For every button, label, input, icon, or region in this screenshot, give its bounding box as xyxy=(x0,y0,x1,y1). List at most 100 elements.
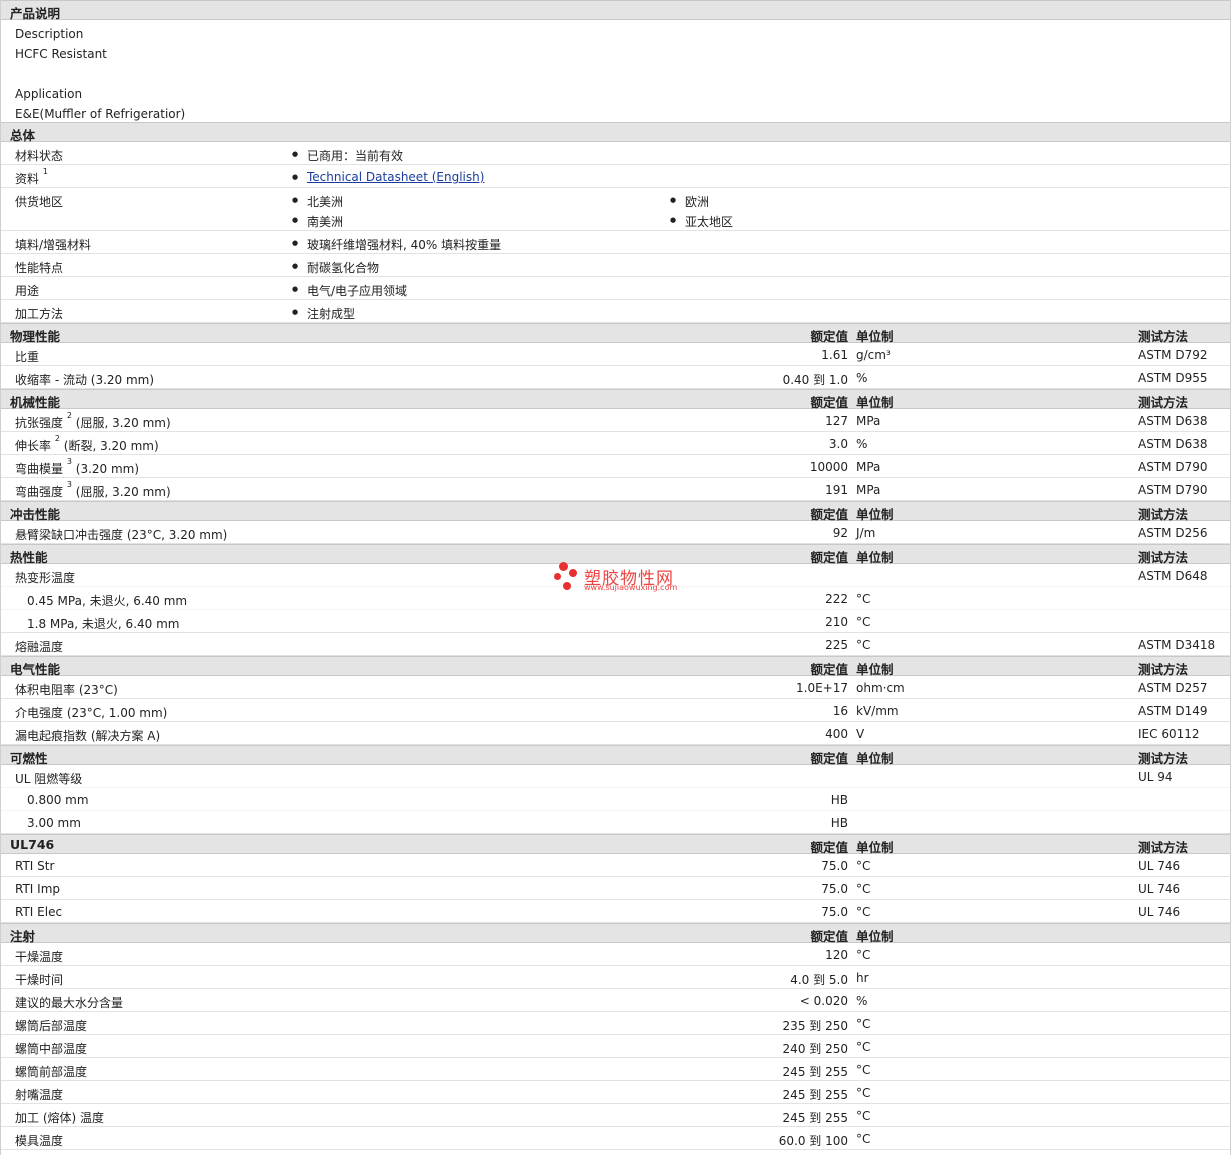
property-unit: °C xyxy=(856,859,871,873)
property-row: 抗张强度 2 (屈服, 3.20 mm) 127 MPa ASTM D638 xyxy=(1,409,1230,432)
property-method: ASTM D257 xyxy=(1138,681,1208,695)
property-row: 螺筒后部温度 235 到 250 °C xyxy=(1,1012,1230,1035)
property-value: 225 xyxy=(825,638,848,652)
property-method: UL 94 xyxy=(1138,770,1173,784)
region-item: 欧洲 xyxy=(670,193,709,210)
property-value: 245 到 255 xyxy=(782,1088,848,1102)
property-label: 抗张强度 2 (屈服, 3.20 mm) xyxy=(15,411,171,430)
property-value: 210 xyxy=(825,615,848,629)
filler-value: 玻璃纤维增强材料, 40% 填料按重量 xyxy=(292,236,501,253)
property-unit: °C xyxy=(856,638,871,652)
property-method: ASTM D648 xyxy=(1138,569,1208,583)
property-label: 0.45 MPa, 未退火, 6.40 mm xyxy=(27,594,188,608)
property-unit: % xyxy=(856,994,868,1008)
property-label: 加工 (熔体) 温度 xyxy=(15,1111,104,1125)
section-title: UL746 xyxy=(10,837,55,852)
material-status-value: 已商用：当前有效 xyxy=(292,147,403,164)
property-unit: °C xyxy=(856,1109,871,1123)
property-row: 模具温度 60.0 到 100 °C xyxy=(1,1127,1230,1150)
property-unit: °C xyxy=(856,882,871,896)
section-injection: 注射 额定值 单位制 xyxy=(1,923,1230,944)
property-value: 92 xyxy=(832,526,848,540)
property-label: 介电强度 (23°C, 1.00 mm) xyxy=(15,706,168,720)
property-label: UL 阻燃等级 xyxy=(15,772,83,786)
property-label: 1.8 MPa, 未退火, 6.40 mm xyxy=(27,617,180,631)
property-label: 螺筒中部温度 xyxy=(15,1042,88,1056)
watermark-url: www.sujiaowuxing.com xyxy=(584,583,678,592)
technical-datasheet-link[interactable]: Technical Datasheet (English) xyxy=(307,170,484,184)
section-flammability: 可燃性 额定值 单位制 测试方法 xyxy=(1,745,1230,766)
property-subrow: 1.8 MPa, 未退火, 6.40 mm 210 °C xyxy=(1,610,1230,633)
section-physical: 物理性能 额定值 单位制 测试方法 xyxy=(1,323,1230,344)
property-label: 弯曲模量 3 (3.20 mm) xyxy=(15,457,140,476)
property-row: 螺筒中部温度 240 到 250 °C xyxy=(1,1035,1230,1058)
property-row: RTI Elec 75.0 °C UL 746 xyxy=(1,900,1230,923)
property-row: 螺筒前部温度 245 到 255 °C xyxy=(1,1058,1230,1081)
property-row: RTI Imp 75.0 °C UL 746 xyxy=(1,877,1230,900)
documents-label: 资料 1 xyxy=(15,167,48,186)
property-row: 介电强度 (23°C, 1.00 mm) 16 kV/mm ASTM D149 xyxy=(1,699,1230,722)
property-value: 1.61 xyxy=(821,348,848,362)
property-value: 4.0 到 5.0 xyxy=(790,973,848,987)
logo-dot-icon xyxy=(554,573,561,580)
property-unit: % xyxy=(856,371,868,385)
property-unit: MPa xyxy=(856,460,881,474)
property-label: 干燥温度 xyxy=(15,950,64,964)
property-method: ASTM D638 xyxy=(1138,414,1208,428)
property-row: 射嘴温度 245 到 255 °C xyxy=(1,1081,1230,1104)
description-text: HCFC Resistant xyxy=(15,47,107,61)
material-status-row: 材料状态 已商用：当前有效 xyxy=(1,142,1230,165)
property-label: 熔融温度 xyxy=(15,640,64,654)
documents-row: 资料 1 Technical Datasheet (English) xyxy=(1,165,1230,188)
watermark-logo: 塑胶物性网 www.sujiaowuxing.com xyxy=(553,560,693,594)
section-impact: 冲击性能 额定值 单位制 测试方法 xyxy=(1,501,1230,522)
property-unit: °C xyxy=(856,592,871,606)
property-method: ASTM D955 xyxy=(1138,371,1208,385)
property-unit: V xyxy=(856,727,865,741)
property-row: 建议的最大水分含量 < 0.020 % xyxy=(1,989,1230,1012)
property-method: ASTM D790 xyxy=(1138,460,1208,474)
property-unit: g/cm³ xyxy=(856,348,891,362)
property-unit: °C xyxy=(856,905,871,919)
property-label: 螺筒后部温度 xyxy=(15,1019,88,1033)
property-subrow: 3.00 mm HB xyxy=(1,811,1230,834)
property-subrow: 0.800 mm HB xyxy=(1,788,1230,811)
processing-label: 加工方法 xyxy=(15,307,64,321)
property-label: 螺筒前部温度 xyxy=(15,1065,88,1079)
region-item: 北美洲 xyxy=(292,193,343,210)
property-label: 悬臂梁缺口冲击强度 (23°C, 3.20 mm) xyxy=(15,528,228,542)
property-row: 加工 (熔体) 温度 245 到 255 °C xyxy=(1,1104,1230,1127)
property-value: HB xyxy=(830,793,848,807)
property-unit: °C xyxy=(856,1063,871,1077)
property-unit: % xyxy=(856,437,868,451)
property-row: 弯曲模量 3 (3.20 mm) 10000 MPa ASTM D790 xyxy=(1,455,1230,478)
region-item: 亚太地区 xyxy=(670,213,733,230)
region-item: 南美洲 xyxy=(292,213,343,230)
description-block: Description HCFC Resistant Application E… xyxy=(1,20,1230,122)
application-label: Application xyxy=(15,87,83,101)
property-value: 60.0 到 100 xyxy=(778,1134,848,1148)
property-method: UL 746 xyxy=(1138,905,1181,919)
property-value: HB xyxy=(830,816,848,830)
property-value: 16 xyxy=(832,704,848,718)
property-value: < 0.020 xyxy=(799,994,848,1008)
datasheet-page: 产品说明 Description HCFC Resistant Applicat… xyxy=(0,0,1231,1155)
property-value: 191 xyxy=(825,483,848,497)
availability-label: 供货地区 xyxy=(15,195,64,209)
property-value: 75.0 xyxy=(821,905,848,919)
property-value: 400 xyxy=(825,727,848,741)
property-unit: °C xyxy=(856,948,871,962)
material-status-label: 材料状态 xyxy=(15,149,64,163)
property-unit: °C xyxy=(856,1132,871,1146)
property-row: RTI Str 75.0 °C UL 746 xyxy=(1,854,1230,877)
property-row: 收缩率 - 流动 (3.20 mm) 0.40 到 1.0 % ASTM D95… xyxy=(1,366,1230,389)
property-unit: MPa xyxy=(856,483,881,497)
property-row: 干燥时间 4.0 到 5.0 hr xyxy=(1,966,1230,989)
section-general: 总体 xyxy=(1,122,1230,143)
availability-row: 供货地区 北美洲 欧洲 南美洲 亚太地区 xyxy=(1,188,1230,231)
section-mechanical: 机械性能 额定值 单位制 测试方法 xyxy=(1,389,1230,410)
filler-row: 填料/增强材料 玻璃纤维增强材料, 40% 填料按重量 xyxy=(1,231,1230,254)
property-value: 1.0E+17 xyxy=(796,681,848,695)
property-label: 比重 xyxy=(15,350,40,364)
property-label: 漏电起痕指数 (解决方案 A) xyxy=(15,729,161,743)
